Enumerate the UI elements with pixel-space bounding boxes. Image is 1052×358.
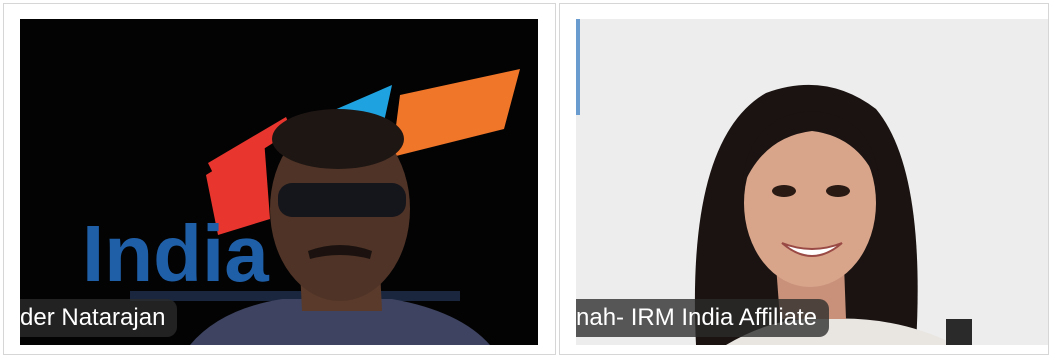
participant-glasses: [278, 183, 406, 217]
participant-eye-left: [772, 185, 796, 197]
video-grid: India st der Natarajan nah- IRM India Af…: [0, 0, 1052, 358]
wall-edge: [576, 19, 580, 115]
participant-video-2[interactable]: nah- IRM India Affiliate: [576, 19, 1048, 345]
video-frame-1: India st: [82, 69, 520, 345]
participant-eye-right: [826, 185, 850, 197]
participant-video-1[interactable]: India st der Natarajan: [20, 19, 538, 345]
participant-hair: [272, 109, 404, 169]
participant-name-label-1: der Natarajan: [20, 299, 178, 337]
shirt-stripe: [946, 319, 972, 345]
participant-name-label-2: nah- IRM India Affiliate: [576, 299, 830, 337]
logo-orange-stripe: [392, 69, 520, 157]
video-frame-2: [576, 19, 972, 345]
